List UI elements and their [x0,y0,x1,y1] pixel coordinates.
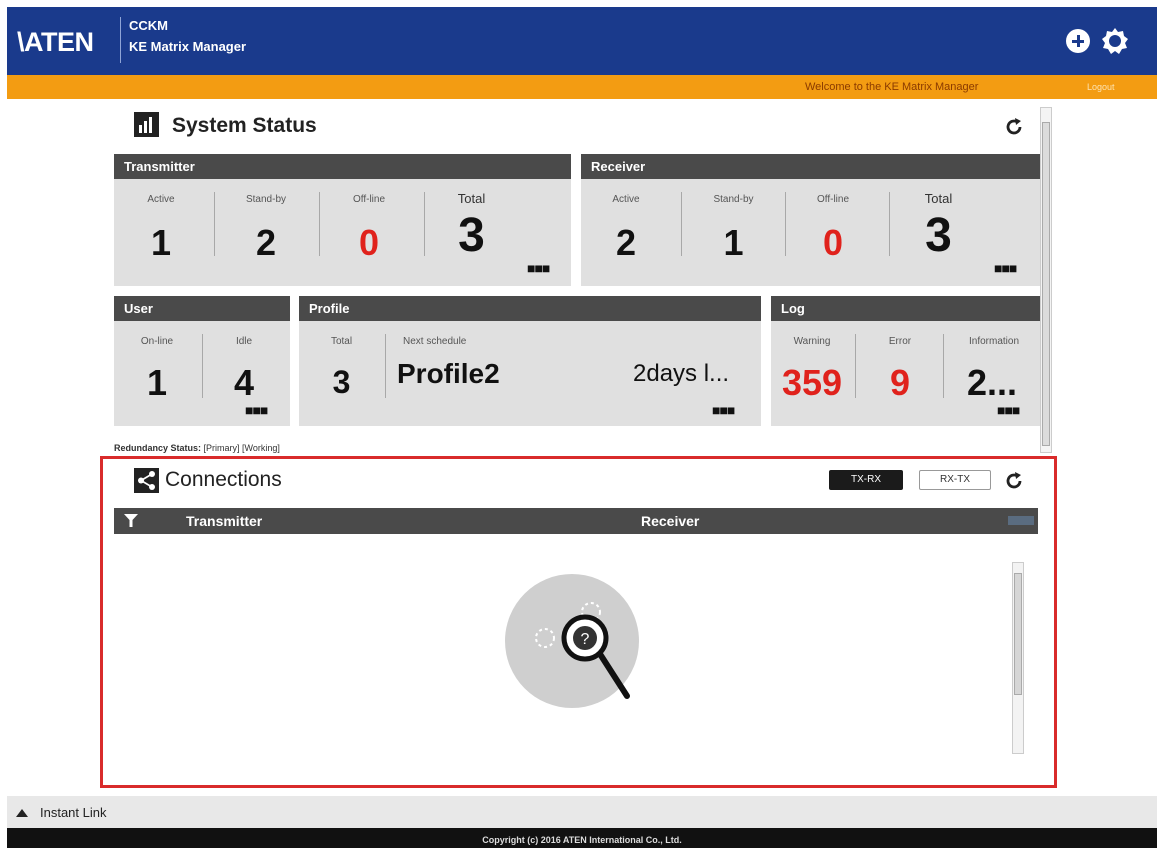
profile-total-value: 3 [332,364,351,400]
receiver-card: Receiver Active 2 Stand-by 1 Off-line 0 … [581,154,1040,286]
redundancy-value: [Primary] [Working] [203,443,280,453]
status-scrollbar[interactable] [1040,107,1052,453]
log-warning-value: 359 [781,362,843,403]
log-more-button[interactable]: ■■■ [997,402,1020,418]
scroll-thumb[interactable] [1014,573,1022,695]
receiver-header: Receiver [581,154,1040,179]
log-card: Log Warning 359 Error 9 Information 2...… [771,296,1040,426]
log-error-value: 9 [889,362,911,403]
tx-offline-label: Off-line [352,194,386,205]
log-info-label: Information [968,336,1020,347]
separator [855,334,856,398]
search-question-icon: ? [535,602,630,699]
tx-active-label: Active [147,194,175,205]
filter-icon[interactable] [124,514,138,528]
footer: Copyright (c) 2016 ATEN International Co… [7,828,1157,848]
profile-card: Profile Total 3 Next schedule Profile2 2… [299,296,761,426]
aten-logo: \ATEN [17,27,94,57]
instant-link-label[interactable]: Instant Link [40,805,107,820]
connections-table-header: Transmitter Receiver [114,508,1038,534]
profile-total-label: Total [330,336,353,347]
logout-link[interactable]: Logout [1087,82,1115,92]
app-name: CCKM [129,18,168,33]
rx-active-value: 2 [615,222,637,263]
col-receiver[interactable]: Receiver [641,513,699,529]
separator [785,192,786,256]
log-info-value: 2... [966,362,1018,403]
rx-offline-label: Off-line [816,194,850,205]
redundancy-label: Redundancy Status: [114,443,202,453]
separator [202,334,203,398]
profile-header: Profile [299,296,761,321]
separator [943,334,944,398]
transmitter-header: Transmitter [114,154,571,179]
separator [214,192,215,256]
copyright-text: Copyright (c) 2016 ATEN International Co… [482,835,682,845]
tx-active-value: 1 [150,222,172,263]
tx-total-value: 3 [458,209,485,262]
log-header: Log [771,296,1040,321]
tx-offline-value: 0 [358,222,380,263]
header-divider [120,17,121,63]
col-transmitter[interactable]: Transmitter [186,513,262,529]
app-header: \ATEN CCKM KE Matrix Manager [7,7,1157,75]
tx-standby-value: 2 [255,222,277,263]
connections-refresh-icon[interactable] [1004,471,1024,491]
user-header: User [114,296,290,321]
add-icon[interactable] [1066,29,1090,53]
log-error-label: Error [888,336,912,347]
app-subtitle: KE Matrix Manager [129,39,247,54]
rx-active-label: Active [612,194,640,205]
rx-offline-value: 0 [822,222,844,263]
transmitter-card: Transmitter Active 1 Stand-by 2 Off-line… [114,154,571,286]
profile-more-button[interactable]: ■■■ [712,402,735,418]
separator [681,192,682,256]
gear-icon[interactable] [1100,26,1130,56]
rx-total-value: 3 [925,209,952,262]
svg-text:?: ? [581,631,590,648]
refresh-icon[interactable] [1004,117,1024,137]
log-warning-label: Warning [793,336,831,347]
separator [889,192,890,256]
rx-total-label: Total [924,191,953,206]
user-more-button[interactable]: ■■■ [245,402,268,418]
connections-scrollbar[interactable] [1012,562,1024,754]
empty-state-illustration: ? [505,574,639,708]
bar-chart-icon [134,112,159,137]
connections-title: Connections [165,468,282,491]
user-idle-value: 4 [233,362,255,403]
tx-total-label: Total [457,191,486,206]
tx-standby-label: Stand-by [245,194,287,205]
rx-more-button[interactable]: ■■■ [994,260,1017,276]
user-card: User On-line 1 Idle 4 ■■■ [114,296,290,426]
separator [319,192,320,256]
user-online-label: On-line [140,336,174,347]
tx-rx-button[interactable]: TX-RX [829,470,903,490]
next-schedule-label: Next schedule [403,336,467,347]
column-options[interactable] [1008,516,1034,525]
next-schedule-name: Profile2 [397,358,500,389]
separator [424,192,425,256]
expand-up-icon[interactable] [16,809,28,817]
rx-standby-label: Stand-by [713,194,754,205]
scroll-thumb[interactable] [1042,122,1050,446]
user-idle-label: Idle [235,336,253,347]
rx-tx-button[interactable]: RX-TX [919,470,991,490]
instant-link-bar[interactable]: Instant Link [7,796,1157,828]
user-online-value: 1 [146,362,168,403]
share-icon [134,468,159,493]
welcome-text: Welcome to the KE Matrix Manager [805,81,979,93]
rx-standby-value: 1 [723,222,744,263]
separator [385,334,386,398]
tx-more-button[interactable]: ■■■ [527,260,550,276]
next-schedule-time: 2days l... [633,360,730,387]
system-status-title: System Status [172,114,317,137]
welcome-bar: Welcome to the KE Matrix Manager Logout [7,75,1157,99]
redundancy-status: Redundancy Status: [Primary] [Working] [114,443,280,453]
